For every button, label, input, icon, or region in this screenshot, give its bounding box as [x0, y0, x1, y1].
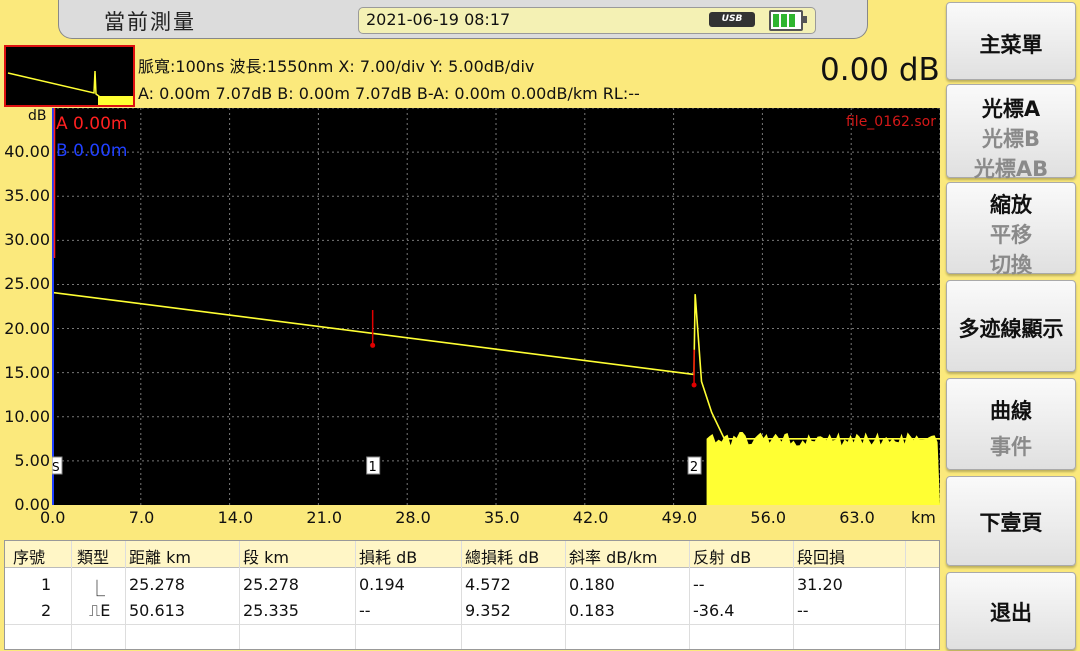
- cursor-b-label: B 0.00m: [56, 141, 127, 161]
- event-marker-dot: [691, 382, 697, 388]
- row-segment: 25.278: [243, 575, 299, 594]
- y-tick-label: 30.00: [4, 230, 50, 250]
- row-distance: 50.613: [129, 601, 185, 620]
- col-header-index: 序號: [13, 548, 46, 567]
- cursor-ab-option: 光標AB: [973, 157, 1049, 181]
- cursor-readout: A: 0.00m 7.07dB B: 0.00m 7.07dB B-A: 0.0…: [138, 84, 640, 103]
- start-marker-label: S: [52, 460, 60, 474]
- x-tick-label: 0.0: [40, 508, 66, 527]
- y-tick-label: 15.00: [4, 362, 50, 382]
- row-total-loss: 4.572: [465, 575, 511, 594]
- col-header-segment: 段 km: [243, 548, 289, 567]
- pan-option: 平移: [990, 223, 1032, 247]
- col-header-total-loss: 總損耗 dB: [465, 548, 540, 567]
- col-header-type: 類型: [77, 548, 110, 567]
- x-tick-label: 63.0: [839, 508, 875, 527]
- next-page-label: 下壹頁: [979, 511, 1043, 535]
- row-loss: 0.194: [359, 575, 405, 594]
- table-row[interactable]: 1 ⎿ 25.278 25.278 0.194 4.572 0.180 -- 3…: [5, 572, 939, 598]
- curve-option: 曲線: [990, 399, 1032, 423]
- trace-overview-thumbnail[interactable]: [4, 45, 135, 107]
- event-label: 1: [369, 460, 377, 475]
- table-row[interactable]: 2 ⎍E 50.613 25.335 -- 9.352 0.183 -36.4 …: [5, 598, 939, 624]
- y-tick-label: 5.00: [14, 450, 50, 470]
- x-tick-label: 42.0: [572, 508, 609, 527]
- measurement-params: 脈寬:100ns 波長:1550nm X: 7.00/div Y: 5.00dB…: [138, 57, 535, 76]
- usb-icon: USB: [709, 12, 755, 27]
- col-header-slope: 斜率 dB/km: [569, 548, 658, 567]
- noise-floor-area: [706, 431, 940, 505]
- y-tick-label: 35.00: [4, 186, 50, 206]
- battery-icon: [769, 10, 807, 31]
- event-option: 事件: [990, 435, 1032, 459]
- overview-trace: [7, 70, 133, 98]
- cursor-a-option: 光標A: [981, 97, 1041, 121]
- event-label: 2: [690, 460, 698, 475]
- curve-event-button[interactable]: 曲線 事件: [946, 378, 1076, 470]
- datetime-display: 2021-06-19 08:17: [366, 10, 511, 29]
- y-tick-label: 10.00: [4, 406, 50, 426]
- multi-trace-button[interactable]: 多迹線顯示: [946, 280, 1076, 372]
- main-menu-button[interactable]: 主菜單: [946, 2, 1076, 80]
- y-axis-unit: dB: [28, 108, 47, 124]
- table-header-row: 序號 類型 距離 km 段 km 損耗 dB 總損耗 dB 斜率 dB/km 反…: [5, 541, 939, 568]
- row-distance: 25.278: [129, 575, 185, 594]
- x-tick-label: 21.0: [306, 508, 343, 527]
- exit-button[interactable]: 退出: [946, 572, 1076, 650]
- row-segment: 25.335: [243, 601, 299, 620]
- y-tick-label: 25.00: [4, 274, 50, 294]
- otdr-trace-plot[interactable]: 1 2 S A 0.00m B 0.00m file_0162.sor: [52, 108, 940, 505]
- col-header-section-orl: 段回損: [797, 548, 846, 567]
- row-section-orl: --: [797, 601, 809, 620]
- row-total-loss: 9.352: [465, 601, 511, 620]
- page-title: 當前測量: [104, 10, 196, 34]
- event-type-icon: ⎿: [89, 579, 106, 598]
- zoom-pan-button[interactable]: 縮放 平移 切換: [946, 182, 1076, 277]
- x-tick-label: 49.0: [661, 508, 698, 527]
- row-section-orl: 31.20: [797, 575, 843, 594]
- row-reflectance: --: [693, 575, 705, 594]
- col-header-distance: 距離 km: [129, 548, 191, 567]
- x-tick-label: 28.0: [395, 508, 431, 527]
- overview-noise: [98, 96, 133, 105]
- event-table[interactable]: 序號 類型 距離 km 段 km 損耗 dB 總損耗 dB 斜率 dB/km 反…: [4, 540, 940, 650]
- main-menu-label: 主菜單: [979, 33, 1043, 57]
- file-name-label: file_0162.sor: [846, 114, 936, 130]
- cursor-select-button[interactable]: 光標A 光標B 光標AB: [946, 84, 1076, 181]
- x-tick-label: 35.0: [484, 508, 520, 527]
- cursor-b-option: 光標B: [981, 127, 1040, 151]
- event-type-icon: ⎍E: [89, 601, 111, 620]
- row-reflectance: -36.4: [693, 601, 735, 620]
- multi-trace-label: 多迹線顯示: [958, 317, 1064, 341]
- cursor-a-label: A 0.00m: [56, 114, 127, 134]
- row-slope: 0.180: [569, 575, 615, 594]
- x-tick-label: 14.0: [217, 508, 254, 527]
- zoom-option: 縮放: [990, 193, 1032, 217]
- row-slope: 0.183: [569, 601, 615, 620]
- x-tick-label: 7.0: [128, 508, 155, 527]
- row-index: 2: [41, 601, 52, 620]
- event-marker-dot: [370, 342, 376, 348]
- y-tick-label: 20.00: [4, 318, 50, 338]
- toggle-option: 切換: [990, 253, 1032, 277]
- exit-label: 退出: [990, 601, 1032, 625]
- next-page-button[interactable]: 下壹頁: [946, 476, 1076, 566]
- x-axis-unit: km: [911, 508, 936, 527]
- row-index: 1: [41, 575, 52, 594]
- row-loss: --: [359, 601, 371, 620]
- loss-readout: 0.00 dB: [820, 52, 940, 88]
- col-header-reflectance: 反射 dB: [693, 548, 752, 567]
- col-header-loss: 損耗 dB: [359, 548, 418, 567]
- y-tick-label: 40.00: [4, 142, 50, 162]
- x-tick-label: 56.0: [750, 508, 787, 527]
